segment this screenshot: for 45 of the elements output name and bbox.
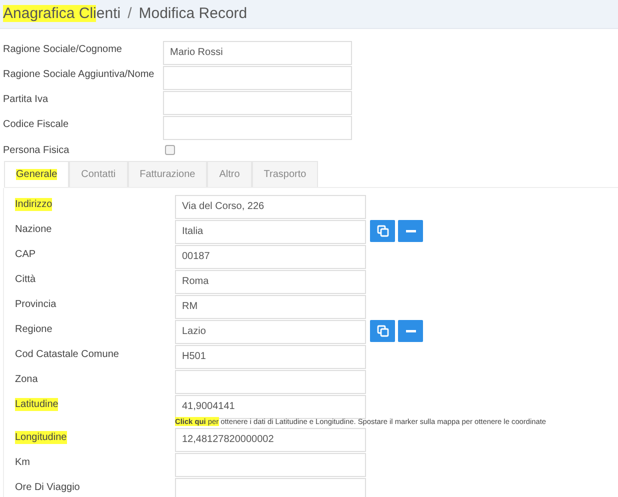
field-label: Città	[15, 273, 36, 286]
input-field[interactable]	[163, 66, 352, 90]
field-label: CAP	[15, 248, 36, 261]
page-title: Anagrafica Clienti	[3, 4, 121, 22]
field-label: Partita Iva	[3, 93, 50, 107]
field-label: Persona Fisica	[3, 144, 70, 156]
field-label: Km	[15, 456, 30, 469]
input-field[interactable]: Roma	[175, 270, 366, 294]
remove-button[interactable]	[398, 320, 423, 342]
input-field[interactable]	[175, 478, 366, 497]
minus-icon	[406, 330, 416, 332]
field-label: Zona	[15, 373, 38, 386]
field-label: Cod Catastale Comune	[15, 348, 119, 361]
copy-button[interactable]	[370, 220, 395, 242]
field-label: Indirizzo	[15, 198, 52, 211]
tab[interactable]: Generale	[4, 161, 70, 187]
field-label: Regione	[15, 323, 52, 336]
field-label: Ragione Sociale Aggiuntiva/Nome	[3, 68, 156, 82]
input-field[interactable]: H501	[175, 345, 366, 369]
input-field[interactable]: 00187	[175, 245, 366, 269]
copy-button[interactable]	[370, 320, 395, 342]
input-field[interactable]: Lazio	[175, 320, 366, 344]
input-field[interactable]: Mario Rossi	[163, 41, 352, 65]
input-field[interactable]: Via del Corso, 226	[175, 195, 366, 219]
field-label: Ore Di Viaggio	[15, 481, 80, 494]
minus-icon	[406, 230, 416, 232]
copy-icon	[376, 325, 388, 337]
input-field[interactable]: Italia	[175, 220, 366, 244]
input-field[interactable]	[163, 116, 352, 140]
input-field[interactable]	[163, 91, 352, 115]
copy-icon	[376, 225, 388, 237]
field-label: Codice Fiscale	[3, 118, 70, 132]
field-label: Longitudine	[15, 431, 67, 444]
field-label: Nazione	[15, 223, 52, 236]
field-label: Ragione Sociale/Cognome	[3, 43, 123, 57]
breadcrumb-separator: /	[128, 4, 132, 22]
input-field[interactable]	[175, 453, 366, 477]
input-field[interactable]: RM	[175, 295, 366, 319]
input-field[interactable]: 12,48127820000002	[175, 428, 366, 452]
checkbox[interactable]	[165, 145, 175, 155]
remove-button[interactable]	[398, 220, 423, 242]
input-field[interactable]	[175, 370, 366, 394]
field-label: Latitudine	[15, 398, 58, 411]
field-label: Provincia	[15, 298, 56, 311]
page-subtitle: Modifica Record	[138, 4, 248, 22]
